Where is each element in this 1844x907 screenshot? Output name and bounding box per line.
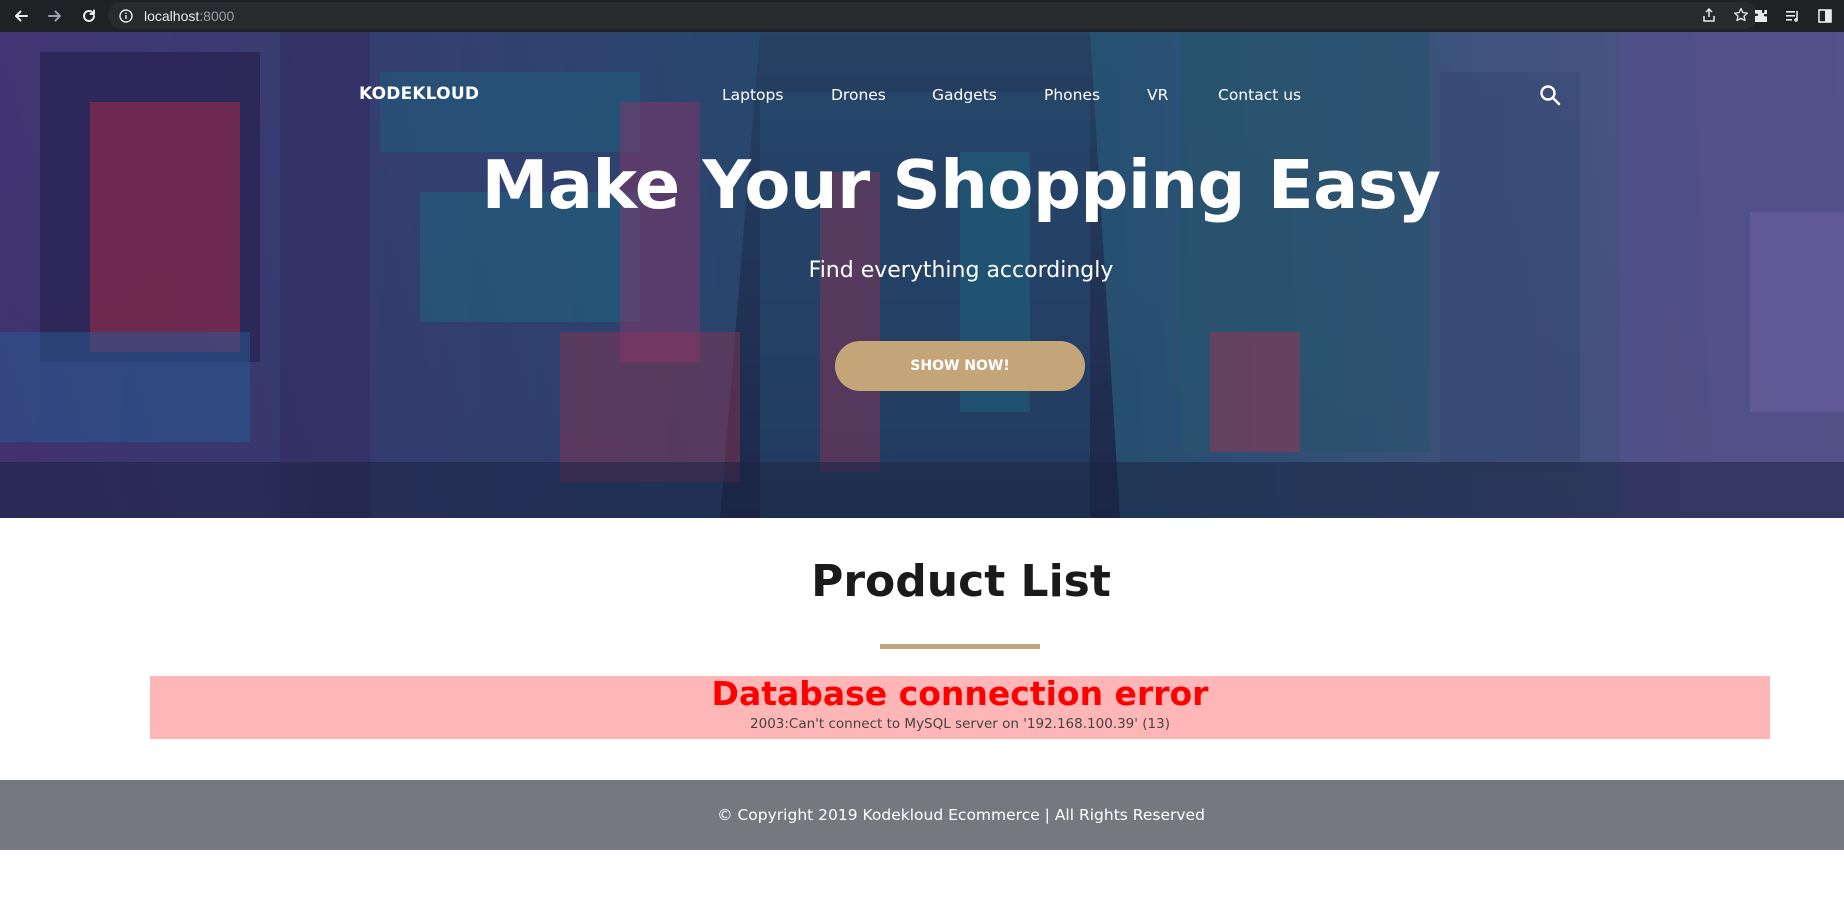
error-message: 2003:Can't connect to MySQL server on '1…	[750, 716, 1170, 732]
hero-banner: KODEKLOUD Laptops Drones Gadgets Phones …	[0, 32, 1844, 518]
browser-toolbar: localhost:8000	[0, 0, 1844, 32]
hero-title: Make Your Shopping Easy	[481, 146, 1441, 224]
search-icon[interactable]	[1538, 83, 1562, 107]
show-now-button[interactable]: SHOW NOW!	[835, 341, 1085, 391]
title-underline	[880, 644, 1040, 649]
share-icon[interactable]	[1700, 6, 1718, 24]
hero-subtitle: Find everything accordingly	[808, 258, 1114, 283]
nav-link-laptops[interactable]: Laptops	[722, 86, 783, 104]
url-text: localhost:8000	[144, 7, 235, 24]
bookmark-star-icon[interactable]	[1732, 6, 1750, 24]
copyright-text: © Copyright 2019 Kodekloud Ecommerce | A…	[717, 806, 1205, 824]
error-alert: Database connection error 2003:Can't con…	[150, 676, 1770, 739]
nav-link-contact[interactable]: Contact us	[1218, 86, 1301, 104]
extensions-icon[interactable]	[1752, 7, 1770, 25]
site-navbar: KODEKLOUD Laptops Drones Gadgets Phones …	[0, 32, 1844, 112]
arrow-right-icon	[48, 10, 61, 22]
nav-link-phones[interactable]: Phones	[1044, 86, 1100, 104]
error-title: Database connection error	[711, 674, 1209, 713]
site-info-icon[interactable]	[118, 8, 134, 24]
reload-icon	[83, 9, 95, 22]
reload-button[interactable]	[72, 2, 106, 30]
arrow-left-icon	[15, 10, 28, 22]
media-control-icon[interactable]	[1784, 7, 1802, 25]
nav-link-drones[interactable]: Drones	[831, 86, 886, 104]
side-panel-icon[interactable]	[1816, 7, 1834, 25]
product-list-title: Product List	[811, 556, 1111, 607]
forward-button[interactable]	[38, 2, 72, 30]
site-logo[interactable]: KODEKLOUD	[359, 84, 479, 104]
nav-link-gadgets[interactable]: Gadgets	[932, 86, 997, 104]
back-button[interactable]	[4, 2, 38, 30]
address-bar[interactable]: localhost:8000	[108, 2, 1758, 29]
site-footer: © Copyright 2019 Kodekloud Ecommerce | A…	[0, 780, 1844, 850]
nav-link-vr[interactable]: VR	[1147, 86, 1168, 104]
